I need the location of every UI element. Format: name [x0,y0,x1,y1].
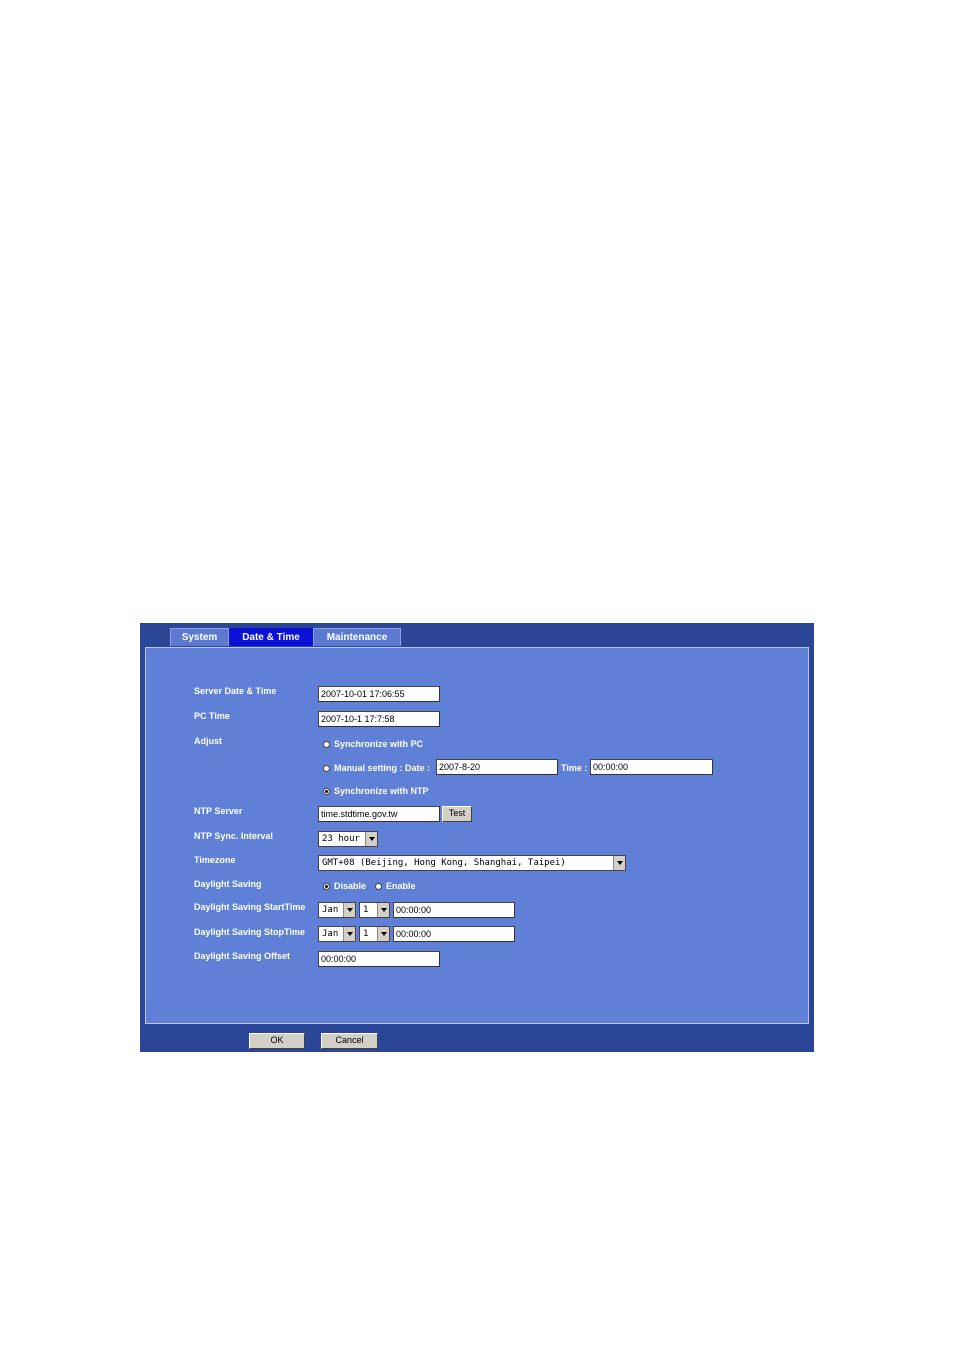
tab-system[interactable]: System [170,628,229,646]
ntp-interval-label: NTP Sync. Interval [194,831,273,841]
manual-time-label: Time : [561,763,588,773]
ok-button[interactable]: OK [249,1033,305,1049]
ds-start-time-field[interactable] [393,902,515,918]
chevron-down-icon [365,832,377,846]
date-time-form: Server Date & Time PC Time Adjust NTP Se… [145,647,809,1024]
timezone-select[interactable]: GMT+08 (Beijing, Hong Kong, Shanghai, Ta… [318,855,626,871]
cancel-button[interactable]: Cancel [321,1033,378,1049]
ds-start-month-select[interactable]: Jan [318,902,356,918]
manual-setting-radio[interactable] [323,765,330,772]
daylight-enable-label: Enable [386,881,416,891]
server-date-time-field[interactable] [318,686,440,702]
sync-ntp-label: Synchronize with NTP [334,786,429,796]
timezone-label: Timezone [194,855,236,865]
daylight-enable-radio[interactable] [375,883,382,890]
tab-maintenance[interactable]: Maintenance [313,628,401,646]
server-date-time-label: Server Date & Time [194,686,277,696]
ds-start-day-value: 1 [363,905,369,915]
settings-panel: System Date & Time Maintenance Server Da… [140,623,814,1052]
manual-date-label: Manual setting : Date : [334,763,431,773]
manual-time-field[interactable] [590,759,713,775]
ds-offset-label: Daylight Saving Offset [194,951,291,961]
ntp-server-label: NTP Server [194,806,243,816]
ntp-interval-value: 23 hour [322,834,360,844]
ds-stop-day-select[interactable]: 1 [359,926,390,942]
chevron-down-icon [377,927,389,941]
chevron-down-icon [613,856,625,870]
test-button[interactable]: Test [442,806,472,822]
chevron-down-icon [343,903,355,917]
pc-time-field[interactable] [318,711,440,727]
daylight-disable-label: Disable [334,881,367,891]
daylight-saving-label: Daylight Saving [194,879,262,889]
sync-pc-label: Synchronize with PC [334,739,424,749]
sync-pc-radio[interactable] [323,741,330,748]
chevron-down-icon [377,903,389,917]
ds-offset-field[interactable] [318,951,440,967]
sync-ntp-radio[interactable] [323,788,330,795]
ntp-interval-select[interactable]: 23 hour [318,831,378,847]
tab-date-time[interactable]: Date & Time [229,628,313,646]
ds-start-day-select[interactable]: 1 [359,902,390,918]
ntp-server-field[interactable] [318,806,440,822]
timezone-value: GMT+08 (Beijing, Hong Kong, Shanghai, Ta… [322,858,566,868]
adjust-label: Adjust [194,736,222,746]
daylight-disable-radio[interactable] [323,883,330,890]
ds-stop-day-value: 1 [363,929,369,939]
ds-start-month-value: Jan [322,905,339,915]
ds-stop-label: Daylight Saving StopTime [194,927,305,937]
ds-stop-time-field[interactable] [393,926,515,942]
manual-date-field[interactable] [436,759,558,775]
ds-stop-month-select[interactable]: Jan [318,926,356,942]
ds-start-label: Daylight Saving StartTime [194,902,306,912]
tab-bar: System Date & Time Maintenance [170,628,401,646]
ds-stop-month-value: Jan [322,929,339,939]
chevron-down-icon [343,927,355,941]
pc-time-label: PC Time [194,711,230,721]
